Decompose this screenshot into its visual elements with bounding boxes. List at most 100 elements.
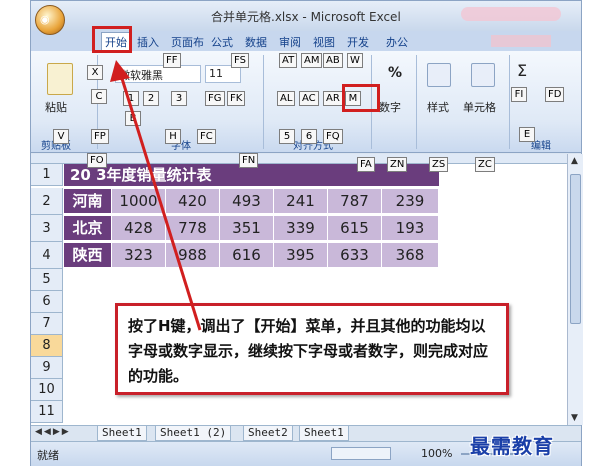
keytip: 3 — [171, 91, 187, 106]
autosum-icon[interactable]: Σ — [517, 61, 527, 80]
window-title: 合并单元格.xlsx - Microsoft Excel — [211, 10, 401, 24]
data-cell[interactable]: 615 — [328, 216, 382, 241]
styles-icon[interactable] — [427, 63, 451, 87]
office-button[interactable]: ◉ — [35, 5, 65, 35]
sheet-nav-arrows-icon[interactable]: ◀◀▶▶ — [35, 427, 71, 437]
sheet-tab[interactable]: Sheet1 — [299, 426, 349, 441]
data-cell[interactable]: 239 — [382, 189, 439, 214]
keytip: FG — [205, 91, 225, 106]
data-cell[interactable]: 193 — [382, 216, 439, 241]
data-cell[interactable]: 323 — [112, 243, 166, 268]
data-cell[interactable]: 395 — [274, 243, 328, 268]
cells-label[interactable]: 单元格 — [463, 99, 496, 115]
data-cell[interactable]: 241 — [274, 189, 328, 214]
keytip: AC — [299, 91, 319, 106]
sheet-tab[interactable]: Sheet1 — [97, 426, 147, 441]
keytip: ZC — [475, 157, 495, 172]
keytip: W — [347, 53, 363, 68]
styles-label[interactable]: 样式 — [427, 99, 449, 115]
window-controls-blurred — [461, 7, 561, 21]
row-header[interactable]: 6 — [31, 291, 63, 313]
row-header[interactable]: 3 — [31, 215, 63, 242]
tab-view[interactable]: 视图 — [313, 34, 335, 50]
zoom-level[interactable]: 100% — [421, 447, 452, 460]
tab-page-layout[interactable]: 页面布 — [171, 34, 204, 50]
keytip: FP — [91, 129, 109, 144]
number-label[interactable]: 数字 — [379, 99, 401, 115]
keytip: FA — [357, 157, 375, 172]
scroll-thumb[interactable] — [570, 174, 581, 324]
keytip: B — [125, 111, 141, 126]
highlight-home-tab — [92, 26, 132, 53]
data-cell[interactable]: 351 — [220, 216, 274, 241]
keytip: AL — [277, 91, 296, 106]
keytip: AR — [323, 91, 343, 106]
keytip: FD — [545, 87, 565, 102]
annotation-callout: 按了H键，调出了【开始】菜单，并且其他的功能均以字母或数字显示，继续按下字母或者… — [115, 303, 509, 395]
keytip: E — [519, 127, 535, 142]
keytip: 5 — [279, 129, 295, 144]
region-cell[interactable]: 陕西 — [64, 243, 112, 268]
data-cell[interactable]: 493 — [220, 189, 274, 214]
scroll-down-icon[interactable]: ▼ — [571, 413, 578, 423]
group-separator — [416, 55, 417, 149]
data-cell[interactable]: 778 — [166, 216, 220, 241]
keytip: 2 — [143, 91, 159, 106]
data-cell[interactable]: 616 — [220, 243, 274, 268]
row-header[interactable]: 9 — [31, 357, 63, 379]
keytip: FC — [197, 129, 216, 144]
excel-window: ◉ 合并单元格.xlsx - Microsoft Excel 开始 插入 页面布… — [30, 0, 583, 466]
vertical-scrollbar[interactable]: ▲ ▼ — [567, 154, 583, 425]
data-cell[interactable]: 420 — [166, 189, 220, 214]
scroll-up-icon[interactable]: ▲ — [571, 156, 578, 166]
tab-office[interactable]: 办公 — [386, 34, 408, 50]
tab-developer[interactable]: 开发 — [347, 34, 369, 50]
region-cell[interactable]: 河南 — [64, 189, 112, 214]
tab-data[interactable]: 数据 — [245, 34, 267, 50]
keytip: FS — [231, 53, 249, 68]
view-mode-icons[interactable] — [331, 447, 391, 460]
data-cell[interactable]: 428 — [112, 216, 166, 241]
row-header[interactable]: 2 — [31, 188, 63, 215]
watermark-logo: 最需教育 — [470, 434, 554, 458]
tab-formulas[interactable]: 公式 — [211, 34, 233, 50]
row-header[interactable]: 1 — [31, 164, 63, 186]
keytip: FF — [163, 53, 181, 68]
data-cell[interactable]: 1000 — [112, 189, 166, 214]
keytip: C — [91, 89, 107, 104]
keytip: ZN — [387, 157, 408, 172]
highlight-merge-button — [342, 84, 380, 112]
data-cell[interactable]: 988 — [166, 243, 220, 268]
region-cell[interactable]: 北京 — [64, 216, 112, 241]
data-cell[interactable]: 368 — [382, 243, 439, 268]
keytip: ZS — [429, 157, 449, 172]
keytip: H — [165, 129, 181, 144]
font-name-box[interactable]: 微软雅黑 — [115, 65, 201, 83]
group-separator — [509, 55, 510, 149]
keytip: AM — [301, 53, 323, 68]
row-header[interactable]: 5 — [31, 269, 63, 291]
keytip: V — [53, 129, 69, 144]
keytip: 1 — [123, 91, 139, 106]
row-header[interactable]: 7 — [31, 313, 63, 335]
keytip: AB — [323, 53, 343, 68]
cells-icon[interactable] — [471, 63, 495, 87]
row-header[interactable]: 10 — [31, 379, 63, 401]
sheet-tab[interactable]: Sheet2 — [243, 426, 293, 441]
percent-format-icon[interactable]: % — [388, 65, 402, 81]
group-separator — [263, 55, 264, 149]
office-logo-icon: ◉ — [40, 13, 50, 26]
data-cell[interactable]: 633 — [328, 243, 382, 268]
row-header-selected[interactable]: 8 — [31, 335, 63, 357]
tab-insert[interactable]: 插入 — [137, 34, 159, 50]
paste-label[interactable]: 粘贴 — [45, 99, 67, 115]
sheet-tab[interactable]: Sheet1 (2) — [155, 426, 232, 441]
tab-review[interactable]: 审阅 — [279, 34, 301, 50]
keytip: FO — [87, 153, 107, 168]
paste-icon[interactable] — [47, 63, 73, 95]
row-header[interactable]: 11 — [31, 401, 63, 423]
row-header[interactable]: 4 — [31, 242, 63, 269]
data-cell[interactable]: 339 — [274, 216, 328, 241]
keytip: 6 — [301, 129, 317, 144]
data-cell[interactable]: 787 — [328, 189, 382, 214]
